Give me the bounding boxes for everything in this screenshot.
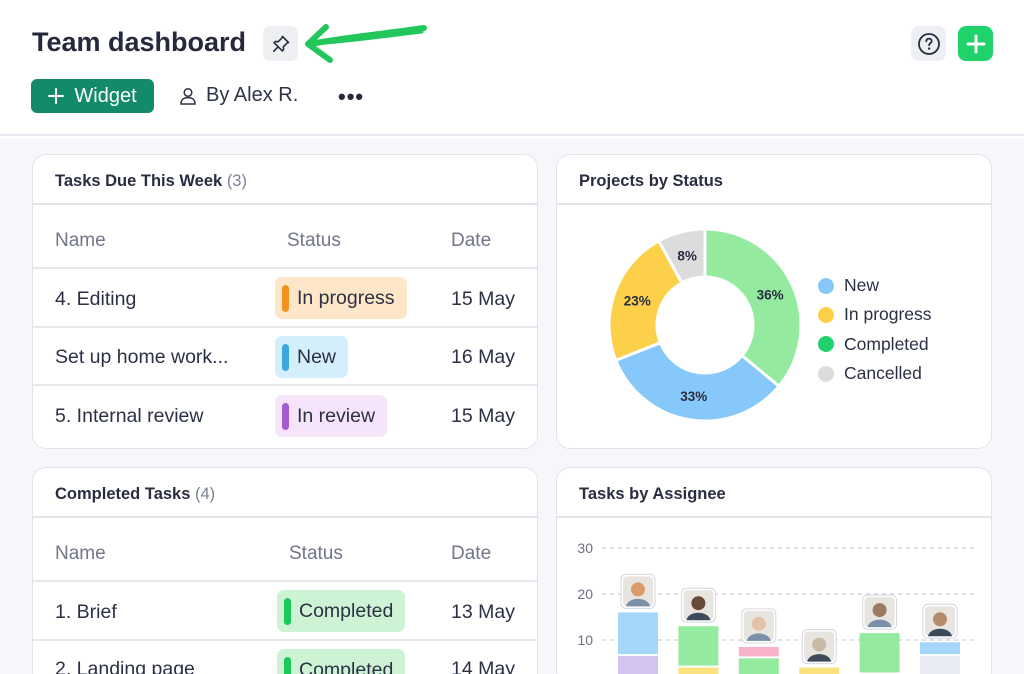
legend-label: Cancelled bbox=[844, 363, 922, 384]
legend-dot bbox=[818, 277, 834, 294]
legend-item-cancelled[interactable]: Cancelled bbox=[818, 359, 932, 388]
assignee-avatar[interactable] bbox=[922, 603, 958, 639]
bar-segment[interactable] bbox=[678, 626, 719, 666]
assignee-avatar[interactable] bbox=[801, 629, 837, 665]
assignee-avatar[interactable] bbox=[862, 594, 898, 630]
bar-segment[interactable] bbox=[920, 656, 960, 674]
dashboard-grid: Tasks Due This Week (3) Name Status Date… bbox=[0, 138, 1024, 674]
tasks-by-assignee-chart: 10 20 30 bbox=[577, 540, 975, 674]
legend-dot bbox=[818, 365, 834, 382]
y-tick-label: 10 bbox=[577, 632, 593, 648]
bar-segment[interactable] bbox=[920, 642, 960, 655]
bar-segment[interactable] bbox=[859, 633, 900, 673]
bar-segment[interactable] bbox=[738, 658, 779, 674]
assignee-avatar[interactable] bbox=[620, 573, 656, 609]
legend-label: In progress bbox=[844, 304, 932, 325]
legend-dot bbox=[818, 306, 834, 323]
legend-item-in-progress[interactable]: In progress bbox=[818, 300, 932, 329]
legend-dot bbox=[818, 336, 834, 353]
y-tick-label: 30 bbox=[577, 540, 593, 556]
bar-segment[interactable] bbox=[678, 667, 719, 674]
projects-status-legend: New In progress Completed Cancelled bbox=[818, 271, 932, 388]
legend-item-completed[interactable]: Completed bbox=[818, 330, 932, 359]
bar-segment[interactable] bbox=[799, 667, 840, 674]
legend-label: New bbox=[844, 275, 880, 296]
bar-segment[interactable] bbox=[738, 646, 779, 657]
bar-segment[interactable] bbox=[618, 612, 658, 655]
bar-segment[interactable] bbox=[618, 656, 658, 674]
y-tick-label: 20 bbox=[577, 586, 593, 602]
legend-item-new[interactable]: New bbox=[818, 271, 932, 300]
assignee-avatar[interactable] bbox=[680, 587, 716, 623]
legend-label: Completed bbox=[844, 333, 929, 354]
assignee-avatar[interactable] bbox=[741, 608, 777, 644]
